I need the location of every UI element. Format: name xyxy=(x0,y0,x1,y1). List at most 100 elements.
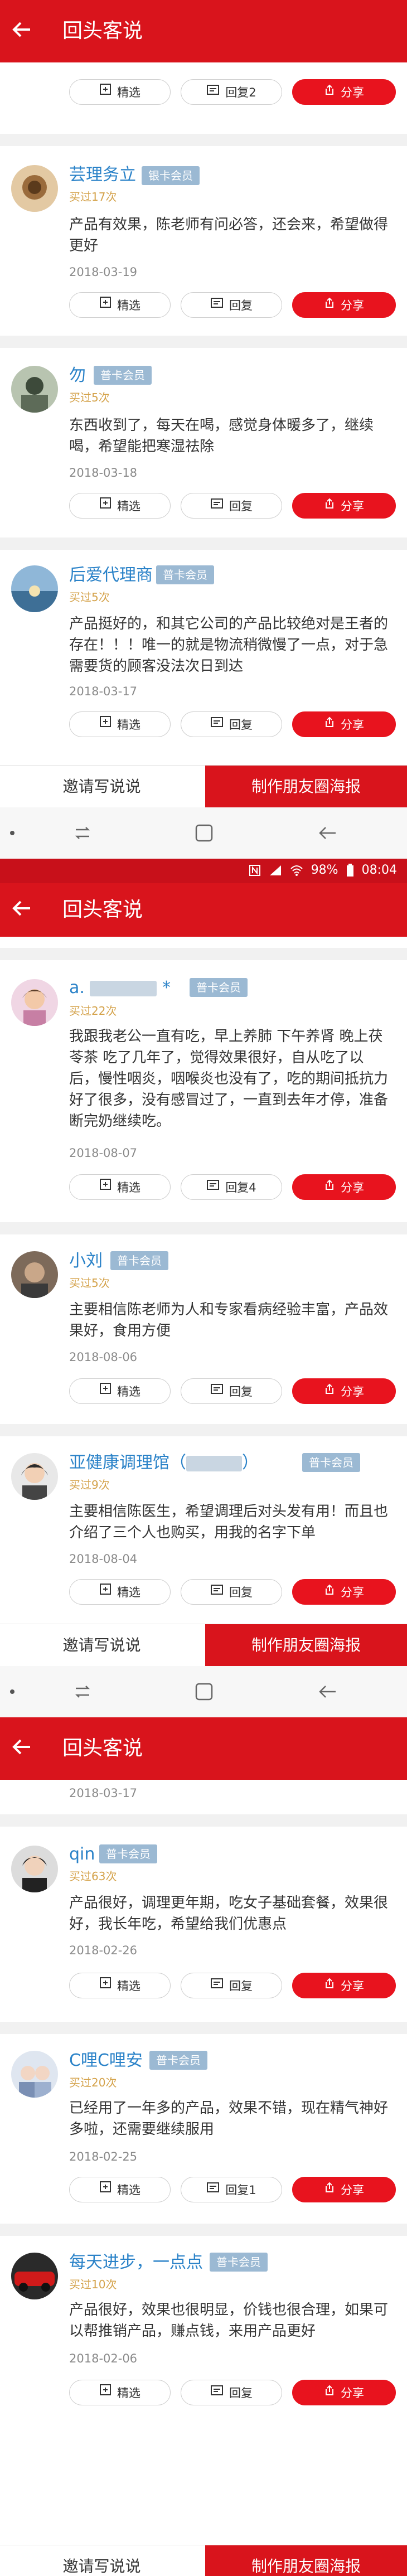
select-button[interactable]: 精选 xyxy=(69,1579,171,1605)
select-button[interactable]: 精选 xyxy=(69,711,171,737)
reply-button[interactable]: 回复 xyxy=(181,2380,282,2405)
share-button[interactable]: 分享 xyxy=(292,292,396,318)
home-nav-button[interactable] xyxy=(193,1681,215,1705)
user-name[interactable]: 勿 xyxy=(69,365,86,387)
share-button[interactable]: 分享 xyxy=(292,493,396,519)
select-button[interactable]: 精选 xyxy=(69,79,171,105)
share-button[interactable]: 分享 xyxy=(292,2177,396,2202)
share-button[interactable]: 分享 xyxy=(292,711,396,737)
reply-button[interactable]: 回复 xyxy=(181,1579,282,1605)
redacted-name xyxy=(90,980,157,996)
back-button[interactable] xyxy=(7,1728,42,1769)
member-badge: 普卡会员 xyxy=(302,1453,360,1472)
review-date: 2018-02-25 xyxy=(69,2150,138,2163)
share-button[interactable]: 分享 xyxy=(292,1579,396,1605)
review-card: 小刘 普卡会员 买过5次 主要相信陈老师为人和专家看病经验丰富，产品效果好，食用… xyxy=(0,1234,407,1424)
review-text: 主要相信陈医生，希望调理后对头发有用！而且也介绍了三个人也购买，用我的名字下单 xyxy=(69,1503,389,1541)
page-title: 回头客说 xyxy=(62,1737,143,1760)
reply-icon xyxy=(207,1180,220,1190)
select-button[interactable]: 精选 xyxy=(69,493,171,519)
app-header: 回头客说 xyxy=(0,883,407,937)
select-icon xyxy=(100,497,111,509)
user-name[interactable]: a. * xyxy=(69,977,171,999)
divider xyxy=(0,538,407,550)
avatar xyxy=(11,2051,58,2098)
reply-button[interactable]: 回复 xyxy=(181,292,282,318)
review-text: 产品有效果，陈老师有问必答，还会来，希望做得更好 xyxy=(69,216,389,254)
review-date: 2018-02-26 xyxy=(69,1944,138,1957)
back-button[interactable] xyxy=(7,11,42,51)
review-card: 后爱代理商 普卡会员 买过5次 产品挺好的，和其它公司的产品比较绝对是王者的存在… xyxy=(0,550,407,757)
select-button[interactable]: 精选 xyxy=(69,292,171,318)
avatar xyxy=(11,1251,58,1298)
make-poster-button[interactable]: 制作朋友圈海报 xyxy=(205,1624,407,1667)
reply-icon xyxy=(211,717,223,727)
share-icon xyxy=(326,2182,333,2192)
share-button[interactable]: 分享 xyxy=(292,79,396,105)
select-button[interactable]: 精选 xyxy=(69,2380,171,2405)
user-name[interactable]: 亚健康调理馆（） xyxy=(69,1452,259,1474)
recents-nav-button[interactable] xyxy=(71,1681,94,1705)
user-name[interactable]: 每天进步，一点点 xyxy=(69,2251,203,2274)
purchase-count: 买过5次 xyxy=(69,391,110,404)
avatar xyxy=(11,2253,58,2299)
status-bar: 98% 08:04 xyxy=(0,859,407,883)
share-button[interactable]: 分享 xyxy=(292,1378,396,1404)
back-button[interactable] xyxy=(7,890,42,930)
signal-icon xyxy=(269,865,281,875)
reply-button[interactable]: 回复1 xyxy=(181,2177,282,2202)
reply-button[interactable]: 回复 xyxy=(181,1378,282,1404)
make-poster-button[interactable]: 制作朋友圈海报 xyxy=(205,766,407,808)
select-button[interactable]: 精选 xyxy=(69,1174,171,1200)
avatar xyxy=(11,366,58,413)
share-button[interactable]: 分享 xyxy=(292,2380,396,2405)
reply-icon xyxy=(211,1978,223,1988)
select-button[interactable]: 精选 xyxy=(69,2177,171,2202)
review-card-partial: 2018-03-17 xyxy=(0,1780,407,1814)
purchase-count: 买过5次 xyxy=(69,590,110,604)
select-button[interactable]: 精选 xyxy=(69,1973,171,1998)
screen-2: 98% 08:04 回头客说 a. * 普卡会员 买过22次 我跟我老公一直有吃… xyxy=(0,859,407,1717)
purchase-count: 买过17次 xyxy=(69,190,117,204)
home-nav-button[interactable] xyxy=(193,822,215,846)
avatar xyxy=(11,565,58,612)
invite-review-button[interactable]: 邀请写说说 xyxy=(0,1624,204,1667)
reply-button[interactable]: 回复4 xyxy=(181,1174,282,1200)
back-arrow-icon xyxy=(12,22,30,37)
recents-nav-button[interactable] xyxy=(71,822,94,846)
select-icon xyxy=(100,1584,111,1595)
member-badge: 普卡会员 xyxy=(210,2253,268,2272)
reply-button[interactable]: 回复 xyxy=(181,711,282,737)
recents-icon xyxy=(75,827,90,839)
home-icon xyxy=(195,824,213,842)
share-button[interactable]: 分享 xyxy=(292,1973,396,1998)
share-button[interactable]: 分享 xyxy=(292,1174,396,1200)
user-name[interactable]: 芸理务立 xyxy=(69,164,136,186)
select-icon xyxy=(100,716,111,727)
review-text: 产品很好，效果也很明显，价钱也很合理，如果可以帮推销产品，赚点钱，来用产品更好 xyxy=(69,2302,389,2340)
user-name[interactable]: 小刘 xyxy=(69,1250,103,1272)
back-nav-button[interactable] xyxy=(317,1681,339,1705)
recents-icon xyxy=(75,1686,90,1698)
reply-icon xyxy=(211,1585,223,1595)
select-icon xyxy=(100,297,111,308)
reply-button[interactable]: 回复 xyxy=(181,1973,282,1998)
back-nav-button[interactable] xyxy=(317,822,339,846)
reply-button[interactable]: 回复2 xyxy=(181,79,282,105)
review-text: 主要相信陈老师为人和专家看病经验丰富，产品效果好，食用方便 xyxy=(69,1301,389,1339)
bottom-action-bar: 邀请写说说 制作朋友圈海报 xyxy=(0,765,407,808)
select-button[interactable]: 精选 xyxy=(69,1378,171,1404)
system-nav-bar xyxy=(0,807,407,859)
select-icon xyxy=(100,1179,111,1190)
make-poster-button[interactable]: 制作朋友圈海报 xyxy=(205,2545,407,2576)
divider xyxy=(0,1222,407,1234)
bottom-action-bar: 邀请写说说 制作朋友圈海报 xyxy=(0,2545,407,2576)
user-name[interactable]: 后爱代理商 xyxy=(69,564,153,587)
invite-review-button[interactable]: 邀请写说说 xyxy=(0,2545,204,2576)
review-date: 2018-03-18 xyxy=(69,466,138,480)
reply-button[interactable]: 回复 xyxy=(181,493,282,519)
back-nav-icon xyxy=(319,827,336,839)
user-name[interactable]: qin xyxy=(69,1843,95,1866)
user-name[interactable]: C哩C哩安 xyxy=(69,2050,143,2072)
invite-review-button[interactable]: 邀请写说说 xyxy=(0,766,204,808)
